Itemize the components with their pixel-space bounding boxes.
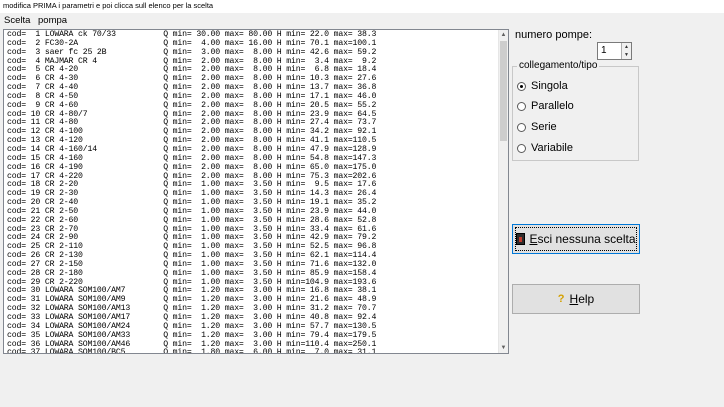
- radio-unchecked-icon[interactable]: [517, 143, 526, 153]
- pump-count-stepper[interactable]: 1 ▲ ▼: [597, 42, 632, 60]
- radio-parallelo-label: Parallelo: [531, 100, 574, 112]
- stepper-down-icon[interactable]: ▼: [622, 51, 631, 59]
- radio-unchecked-icon[interactable]: [517, 122, 526, 132]
- menu-pompa[interactable]: pompa: [38, 15, 67, 26]
- radio-singola[interactable]: Singola: [517, 79, 568, 93]
- help-button[interactable]: ? Help: [512, 284, 640, 314]
- scroll-thumb[interactable]: [500, 41, 507, 141]
- radio-singola-label: Singola: [531, 80, 568, 92]
- radio-variabile-label: Variabile: [531, 142, 573, 154]
- exit-no-choice-button[interactable]: Esci nessuna scelta: [512, 224, 640, 254]
- door-exit-icon: [516, 233, 526, 245]
- list-scrollbar[interactable]: ▲ ▼: [498, 30, 508, 353]
- radio-checked-icon[interactable]: [517, 81, 526, 91]
- pump-count-value[interactable]: 1: [601, 45, 607, 56]
- menu-bar: Scelta pompa: [0, 14, 724, 28]
- title-bar: modifica PRIMA i parametri e poi clicca …: [0, 0, 724, 13]
- question-mark-icon: ?: [557, 293, 565, 305]
- list-item[interactable]: cod= 37 LOWARA SOM100/BC5 Q min= 1.80 ma…: [7, 349, 376, 353]
- exit-button-label: Esci nessuna scelta: [529, 232, 636, 246]
- stepper-buttons: ▲ ▼: [621, 43, 631, 59]
- connection-legend: collegamento/tipo: [517, 60, 600, 71]
- scroll-down-icon[interactable]: ▼: [499, 343, 508, 353]
- menu-scelta[interactable]: Scelta: [4, 15, 30, 26]
- radio-parallelo[interactable]: Parallelo: [517, 99, 574, 113]
- stepper-up-icon[interactable]: ▲: [622, 43, 631, 51]
- pump-list[interactable]: cod= 1 LOWARA ck 70/33 Q min= 30.00 max=…: [3, 29, 509, 354]
- scroll-up-icon[interactable]: ▲: [499, 30, 508, 40]
- radio-serie[interactable]: Serie: [517, 120, 557, 134]
- radio-serie-label: Serie: [531, 121, 557, 133]
- radio-unchecked-icon[interactable]: [517, 101, 526, 111]
- pump-list-rows: cod= 1 LOWARA ck 70/33 Q min= 30.00 max=…: [7, 30, 376, 353]
- help-button-label: Help: [569, 292, 595, 306]
- pump-count-label: numero pompe:: [515, 29, 593, 41]
- radio-variabile[interactable]: Variabile: [517, 141, 573, 155]
- window-title: modifica PRIMA i parametri e poi clicca …: [3, 1, 214, 10]
